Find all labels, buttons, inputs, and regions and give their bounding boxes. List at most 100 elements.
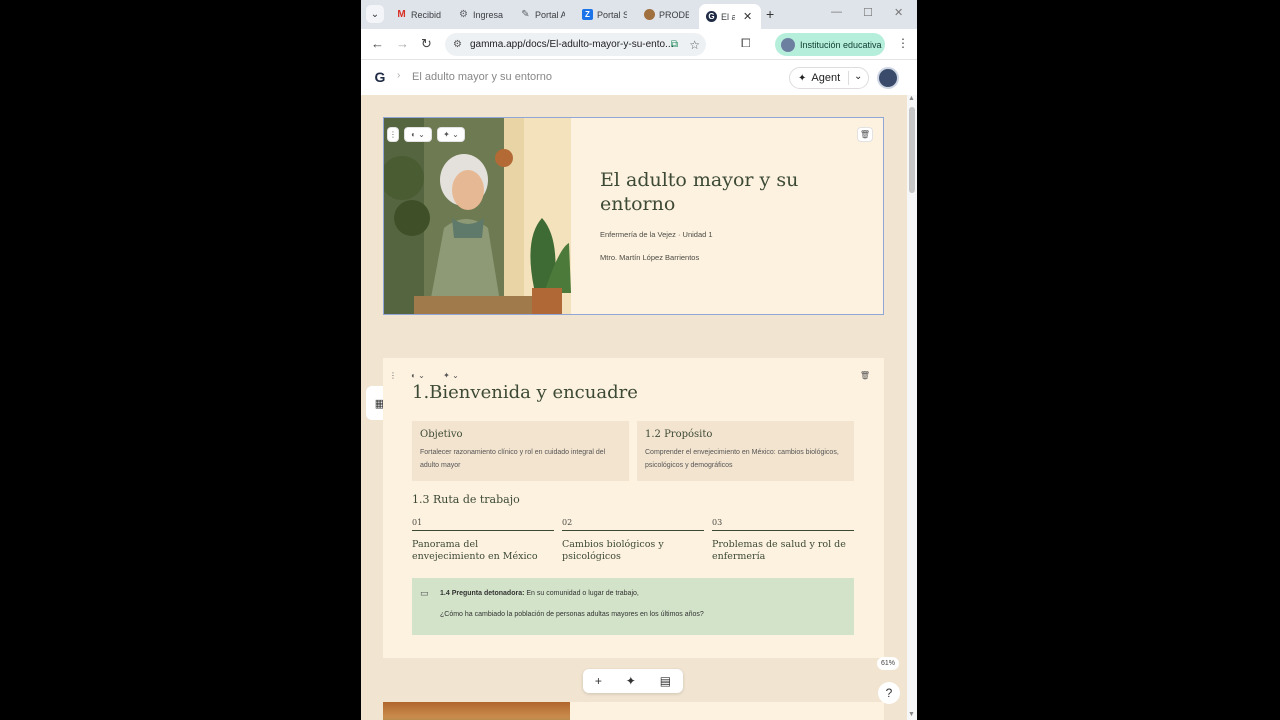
address-bar[interactable]: ⚙ gamma.app/docs/El-adulto-mayor-y-su-en…	[445, 33, 706, 56]
tab-label: PRODE	[659, 9, 689, 20]
agent-button[interactable]: ✦ Agent ⌄	[789, 67, 869, 89]
add-card-icon[interactable]: +	[595, 674, 602, 688]
callout-line-1: 1.4 Pregunta detonadora: En su comunidad…	[440, 590, 639, 597]
scrollbar[interactable]: ▲ ▼	[907, 95, 917, 720]
url-text[interactable]: gamma.app/docs/El-adulto-mayor-y-su-ento…	[470, 39, 675, 50]
callout-bold: Pregunta detonadora:	[451, 590, 525, 597]
tab-label: Recibid	[411, 9, 441, 20]
tab-gmail[interactable]: M Recibid	[389, 4, 451, 25]
tab-label: Ingresa	[473, 9, 503, 20]
card-menu-icon[interactable]: ⋮	[387, 127, 399, 142]
kebab-menu-icon[interactable]: ⋮	[897, 36, 909, 50]
tab-prode[interactable]: PRODE	[637, 4, 699, 25]
palette-icon[interactable]: ◐ ⌄	[404, 127, 432, 142]
site-settings-icon[interactable]: ⚙	[453, 39, 462, 50]
step-label: Panorama del envejecimiento en México	[412, 539, 538, 562]
box-text: Comprender el envejecimiento en México: …	[645, 449, 839, 469]
question-callout[interactable]: ▭ 1.4 Pregunta detonadora: En su comunid…	[412, 578, 854, 635]
tab-label: Portal A	[535, 9, 565, 20]
bottom-toolbar: + ✦ ▤	[583, 669, 683, 693]
step-number: 01	[412, 518, 554, 531]
tab-ingresa[interactable]: ⚙ Ingresa	[451, 4, 513, 25]
card-title[interactable]: El adulto mayor y su entorno	[600, 168, 840, 216]
browser-window: ⌄ M Recibid ⚙ Ingresa ✎ Portal A Z Porta…	[361, 0, 917, 720]
step-label: Problemas de salud y rol de enfermería	[712, 539, 846, 562]
scrollbar-thumb[interactable]	[909, 107, 915, 193]
back-arrow-icon[interactable]: ←	[371, 36, 384, 51]
step-item[interactable]: 02 Cambios biológicos y psicológicos	[562, 518, 704, 563]
sparkle-icon: ✦	[798, 72, 807, 84]
delete-icon[interactable]: 🗑	[857, 368, 873, 383]
box-text: Fortalecer razonamiento clínico y rol en…	[420, 449, 606, 469]
step-label: Cambios biológicos y psicológicos	[562, 539, 664, 562]
gear-icon: ⚙	[459, 9, 468, 20]
divider	[848, 71, 849, 85]
objective-box[interactable]: Objetivo Fortalecer razonamiento clínico…	[412, 421, 629, 481]
gamma-logo[interactable]: G	[371, 68, 389, 86]
delete-icon[interactable]: 🗑	[857, 127, 873, 142]
maximize-icon[interactable]: ☐	[863, 6, 873, 19]
comment-icon: ▭	[420, 588, 429, 598]
callout-line-2: ¿Cómo ha cambiado la población de person…	[440, 611, 704, 618]
share-icon[interactable]: ⧉	[671, 39, 678, 50]
next-card[interactable]	[383, 702, 884, 720]
purpose-box[interactable]: 1.2 Propósito Comprender el envejecimien…	[637, 421, 854, 481]
avatar	[781, 37, 795, 52]
portal-icon: ✎	[521, 9, 530, 20]
layout-icon[interactable]: ▤	[660, 674, 671, 688]
help-icon[interactable]: ?	[878, 682, 900, 704]
tab-label: El a	[721, 11, 735, 22]
new-tab-plus-icon[interactable]: +	[766, 6, 774, 22]
ruta-title[interactable]: 1.3 Ruta de trabajo	[412, 493, 520, 506]
browser-toolbar: ← → ↻ ⚙ gamma.app/docs/El-adulto-mayor-y…	[361, 29, 917, 60]
zoom-level[interactable]: 61%	[877, 657, 900, 670]
chevron-down-icon[interactable]: ⌄	[854, 71, 862, 82]
window-close-icon[interactable]: ✕	[894, 6, 903, 19]
gamma-icon: G	[706, 11, 717, 22]
reload-icon[interactable]: ↻	[421, 36, 432, 52]
palette-icon[interactable]: ◐ ⌄	[404, 368, 432, 383]
document-canvas: ▦ El adulto mayor y su entorno Enfermerí…	[361, 95, 907, 720]
forward-arrow-icon[interactable]: →	[396, 36, 409, 51]
card-subtitle[interactable]: Enfermería de la Vejez · Unidad 1	[600, 230, 713, 239]
step-item[interactable]: 01 Panorama del envejecimiento en México	[412, 518, 554, 563]
chevron-right-icon: ›	[397, 70, 401, 81]
agent-label: Agent	[811, 72, 841, 84]
callout-rest: En su comunidad o lugar de trabajo,	[526, 590, 639, 597]
elderly-woman-image	[384, 118, 571, 314]
portal-s-icon: Z	[582, 9, 593, 20]
gmail-icon: M	[397, 9, 406, 20]
profile-label: Institución educativa	[800, 39, 882, 50]
next-card-image	[383, 702, 570, 720]
bookmark-star-icon[interactable]: ☆	[689, 38, 700, 52]
section-title[interactable]: 1.Bienvenida y encuadre	[412, 382, 638, 403]
title-card[interactable]: El adulto mayor y su entorno Enfermería …	[383, 117, 884, 315]
tab-gamma-active[interactable]: G El a ✕	[699, 4, 761, 29]
tab-portal-a[interactable]: ✎ Portal A	[513, 4, 575, 25]
ai-edit-icon[interactable]: ✦ ⌄	[437, 127, 465, 142]
breadcrumb[interactable]: El adulto mayor y su entorno	[412, 71, 552, 83]
tab-portal-s[interactable]: Z Portal S	[575, 4, 637, 25]
scroll-up-icon[interactable]: ▲	[908, 95, 915, 102]
callout-prefix: 1.4	[440, 590, 450, 597]
user-avatar[interactable]	[877, 67, 899, 89]
box-heading: Objetivo	[420, 429, 463, 440]
app-header: G › El adulto mayor y su entorno ✦ Agent…	[361, 61, 917, 94]
close-icon[interactable]: ✕	[743, 10, 752, 23]
tab-label: Portal S	[597, 9, 627, 20]
card-menu-icon[interactable]: ⋮	[387, 368, 399, 383]
card-author[interactable]: Mtro. Martín López Barrientos	[600, 253, 699, 262]
content-card[interactable]: 1.Bienvenida y encuadre Objetivo Fortale…	[383, 358, 884, 658]
profile-button[interactable]: Institución educativa	[775, 33, 885, 56]
box-heading: 1.2 Propósito	[645, 429, 713, 440]
step-item[interactable]: 03 Problemas de salud y rol de enfermerí…	[712, 518, 854, 563]
prode-icon	[644, 9, 655, 20]
minimize-icon[interactable]: —	[831, 6, 842, 18]
step-number: 02	[562, 518, 704, 531]
ai-edit-icon[interactable]: ✦ ⌄	[437, 368, 465, 383]
step-number: 03	[712, 518, 854, 531]
tab-search-chevron-icon[interactable]: ⌄	[366, 5, 384, 23]
extensions-puzzle-icon[interactable]: ⧠	[741, 36, 751, 51]
scroll-down-icon[interactable]: ▼	[908, 711, 915, 718]
sparkle-icon[interactable]: ✦	[626, 674, 636, 688]
